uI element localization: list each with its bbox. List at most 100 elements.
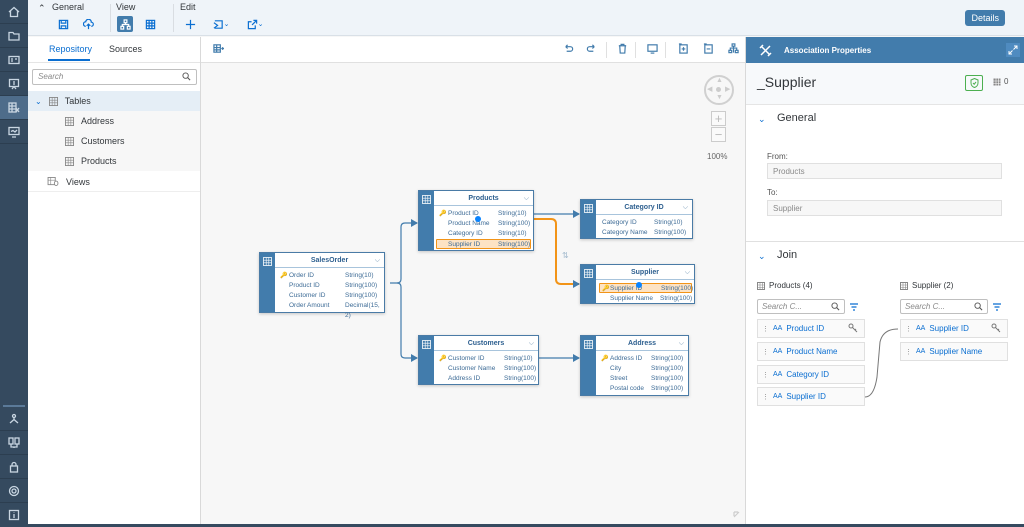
tab-repository[interactable]: Repository (49, 44, 92, 54)
zoom-out-button[interactable]: − (711, 127, 726, 142)
delete-button[interactable] (617, 43, 631, 57)
settings-button[interactable] (0, 479, 28, 503)
chevron-down-icon[interactable]: ⌵ (679, 336, 684, 351)
diagram-canvas[interactable]: ▲ ▼ ◀ ▶ + − 100% ⇅ SalesOrder ⌵ 🔑 Order ID… (201, 37, 745, 527)
status-badge[interactable] (965, 75, 983, 91)
redo-button[interactable] (586, 43, 600, 57)
join-left-search-input[interactable]: Search C... (757, 299, 845, 314)
entity-address[interactable]: Address ⌵ 🔑 Address ID String(100) City Stri… (580, 335, 689, 396)
data-builder-button[interactable] (0, 96, 28, 120)
add-table-button[interactable] (213, 43, 227, 57)
section-join-header[interactable]: ⌄ Join (746, 242, 1024, 272)
save-button[interactable] (55, 16, 71, 32)
diagram-view-button[interactable] (117, 16, 133, 32)
entity-row[interactable]: Category ID String(10) (434, 229, 533, 239)
entity-row[interactable]: Postal code String(100) (596, 384, 688, 394)
files-button[interactable] (0, 24, 28, 48)
monitor-button[interactable] (0, 120, 28, 144)
tab-sources[interactable]: Sources (109, 44, 142, 54)
table-view-button[interactable] (142, 16, 158, 32)
chevron-down-icon[interactable]: ⌄ (758, 251, 766, 262)
repository-search-input[interactable]: Search (32, 69, 197, 85)
entity-row[interactable]: Product ID String(100) (275, 281, 384, 291)
add-button[interactable] (182, 16, 198, 32)
search-icon[interactable] (831, 302, 840, 311)
collapse-all-button[interactable] (703, 43, 717, 57)
drag-handle-dot[interactable] (636, 282, 642, 288)
chevron-down-icon[interactable]: ⌵ (524, 191, 529, 206)
drag-handle-dot[interactable] (475, 216, 481, 222)
expand-all-button[interactable] (678, 43, 692, 57)
tree-item-tables[interactable]: ⌄ Tables (28, 91, 200, 111)
business-builder-button[interactable] (0, 48, 28, 72)
join-right-search-input[interactable]: Search C... (900, 299, 988, 314)
entity-row-highlighted[interactable]: Supplier ID String(100) (436, 239, 531, 249)
expand-panel-button[interactable] (1006, 43, 1020, 57)
entity-row[interactable]: City String(100) (596, 364, 688, 374)
entity-row[interactable]: Category Name String(100) (596, 228, 692, 238)
pan-left-icon[interactable]: ◀ (707, 85, 712, 93)
entity-row[interactable]: 🔑 Address ID String(100) (596, 354, 688, 364)
entity-row[interactable]: Street String(100) (596, 374, 688, 384)
connections-button[interactable] (0, 431, 28, 455)
entity-row[interactable]: Address ID String(100) (434, 374, 538, 384)
deploy-button[interactable] (80, 16, 96, 32)
entity-row[interactable]: Supplier Name String(100) (596, 294, 694, 304)
to-field[interactable]: Supplier (767, 200, 1002, 216)
from-field[interactable]: Products (767, 163, 1002, 179)
grip-icon[interactable]: ⋮ (762, 393, 769, 401)
undo-button[interactable] (563, 43, 577, 57)
pan-up-icon[interactable]: ▲ (716, 77, 723, 84)
entity-row[interactable]: Product Name String(100) (434, 219, 533, 229)
tree-item-address[interactable]: Address (28, 111, 200, 131)
network-button[interactable] (0, 407, 28, 431)
preview-button[interactable] (647, 43, 661, 57)
entity-row[interactable]: Category ID String(10) (596, 218, 692, 228)
entity-row[interactable]: 🔑 Customer ID String(10) (434, 354, 538, 364)
join-left-item[interactable]: ⋮ AA Category ID (757, 365, 865, 384)
chevron-down-icon[interactable]: ⌵ (683, 200, 688, 215)
entity-category[interactable]: Category ID ⌵ Category ID String(10) Categ… (580, 199, 693, 239)
entity-row[interactable]: 🔑 Order ID String(10) (275, 271, 384, 281)
filter-icon[interactable] (849, 302, 859, 312)
entity-row[interactable]: Order Amount Decimal(15, 2) (275, 301, 384, 319)
auto-layout-button[interactable] (728, 43, 742, 57)
pan-down-icon[interactable]: ▼ (716, 94, 723, 101)
search-icon[interactable] (182, 72, 191, 81)
join-left-item[interactable]: ⋮ AA Product ID (757, 319, 865, 338)
section-general-header[interactable]: ⌄ General (746, 105, 1024, 135)
chevron-down-icon[interactable]: ⌄ (35, 97, 42, 106)
grip-icon[interactable]: ⋮ (762, 348, 769, 356)
export-button[interactable]: ⌄ (242, 16, 268, 32)
pan-right-icon[interactable]: ▶ (725, 85, 730, 93)
home-button[interactable] (0, 0, 28, 24)
grip-icon[interactable]: ⋮ (905, 348, 912, 356)
entity-customers[interactable]: Customers ⌵ 🔑 Customer ID String(10) Custom… (418, 335, 539, 385)
chevron-down-icon[interactable]: ⌄ (758, 114, 766, 125)
chevron-down-icon[interactable]: ⌵ (375, 253, 380, 268)
entity-row[interactable]: Customer Name String(100) (434, 364, 538, 374)
tree-item-products[interactable]: Products (28, 151, 200, 171)
join-right-item[interactable]: ⋮ AA Supplier Name (900, 342, 1008, 361)
details-button[interactable]: Details (965, 10, 1005, 26)
join-left-item[interactable]: ⋮ AA Product Name (757, 342, 865, 361)
grip-icon[interactable]: ⋮ (905, 325, 912, 333)
pan-control[interactable]: ▲ ▼ ◀ ▶ (704, 75, 734, 105)
search-icon[interactable] (974, 302, 983, 311)
tree-item-views[interactable]: Views (28, 172, 200, 192)
presentation-button[interactable] (0, 72, 28, 96)
chevron-down-icon[interactable]: ⌵ (529, 336, 534, 351)
chevron-down-icon[interactable]: ⌵ (685, 265, 690, 280)
entity-supplier[interactable]: Supplier ⌵ 🔑 Supplier ID String(100) Suppli… (580, 264, 695, 304)
chevron-up-icon[interactable]: ⌃ (38, 3, 46, 14)
import-button[interactable]: ⌄ (208, 16, 234, 32)
zoom-in-button[interactable]: + (711, 111, 726, 126)
grip-icon[interactable]: ⋮ (762, 371, 769, 379)
entity-row[interactable]: Customer ID String(100) (275, 291, 384, 301)
join-left-item[interactable]: ⋮ AA Supplier ID (757, 387, 865, 406)
entity-salesorder[interactable]: SalesOrder ⌵ 🔑 Order ID String(10) Product … (259, 252, 385, 319)
filter-icon[interactable] (992, 302, 1002, 312)
security-button[interactable] (0, 455, 28, 479)
tree-item-customers[interactable]: Customers (28, 131, 200, 151)
entity-products[interactable]: Products ⌵ 🔑 Product ID String(10) Product … (418, 190, 534, 251)
